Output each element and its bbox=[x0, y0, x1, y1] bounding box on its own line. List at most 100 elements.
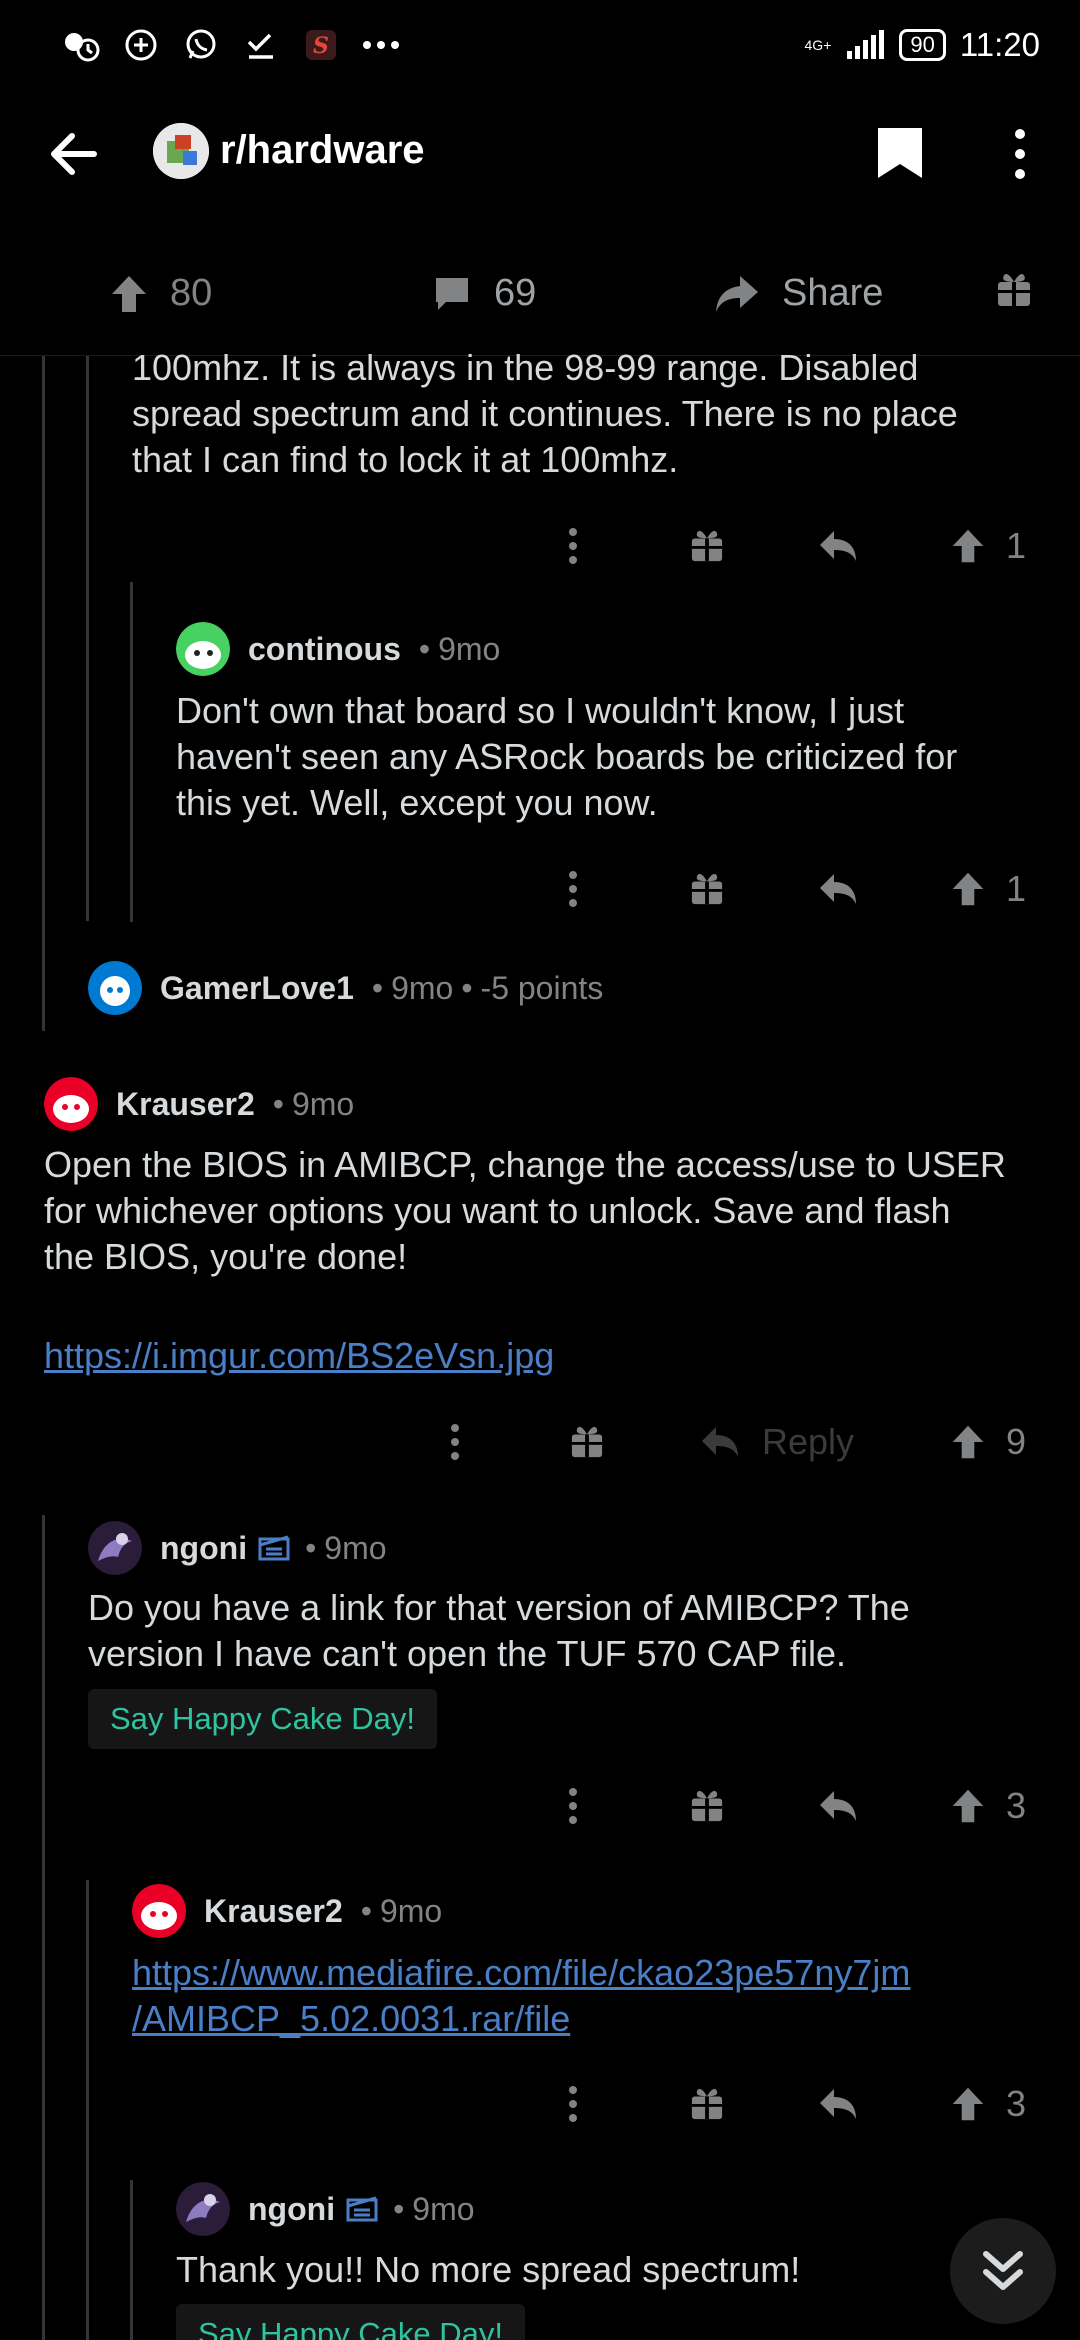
username[interactable]: ngoni bbox=[248, 2191, 335, 2228]
upvote-button[interactable]: 1 bbox=[950, 516, 1026, 576]
comment-more-button[interactable] bbox=[566, 516, 580, 576]
upvote-button[interactable]: 3 bbox=[950, 2074, 1026, 2134]
comment-meta: continous • 9mo bbox=[176, 622, 500, 676]
reply-button[interactable] bbox=[818, 859, 858, 919]
upvote-button[interactable]: 80 bbox=[110, 272, 212, 315]
comment-icon bbox=[436, 277, 468, 310]
subreddit-avatar[interactable] bbox=[153, 123, 209, 179]
more-options-button[interactable] bbox=[1000, 124, 1040, 184]
double-chevron-down-icon bbox=[983, 2251, 1023, 2290]
award-button[interactable] bbox=[570, 1412, 604, 1472]
reply-button[interactable] bbox=[818, 516, 858, 576]
comment-meta: Krauser2 • 9mo bbox=[132, 1884, 442, 1938]
username[interactable]: ngoni bbox=[160, 1530, 247, 1567]
avatar[interactable] bbox=[176, 622, 230, 676]
comment-body: Thank you!! No more spread spectrum! bbox=[176, 2249, 801, 2290]
reply-icon bbox=[702, 1427, 738, 1457]
comments-button[interactable]: 69 bbox=[432, 272, 536, 315]
more-vertical-icon bbox=[569, 2086, 577, 2122]
username[interactable]: continous bbox=[248, 631, 401, 668]
more-notifications-icon bbox=[362, 26, 400, 64]
status-right: 4G+ 90 11:20 bbox=[805, 26, 1040, 64]
avatar[interactable] bbox=[132, 1884, 186, 1938]
task-done-icon bbox=[242, 26, 280, 64]
reply-label: Reply bbox=[762, 1421, 855, 1462]
upvote-icon bbox=[952, 1789, 984, 1823]
gift-icon bbox=[998, 274, 1030, 306]
post-action-bar: 80 69 Share bbox=[0, 236, 1080, 356]
upvote-button[interactable]: 1 bbox=[950, 859, 1026, 919]
app-bar: r/hardware bbox=[0, 96, 1080, 208]
comment-link[interactable]: https://i.imgur.com/BS2eVsn.jpg bbox=[44, 1333, 554, 1379]
comment-body: Open the BIOS in AMIBCP, change the acce… bbox=[44, 1144, 1006, 1277]
username[interactable]: Krauser2 bbox=[116, 1086, 255, 1123]
reply-button[interactable]: Reply bbox=[700, 1412, 854, 1472]
next-comment-button[interactable] bbox=[950, 2218, 1056, 2324]
cake-day-button[interactable]: Say Happy Cake Day! bbox=[88, 1689, 437, 1749]
cake-day-button[interactable]: Say Happy Cake Day! bbox=[176, 2304, 525, 2340]
subreddit-title[interactable]: r/hardware bbox=[220, 128, 425, 173]
signal-icon bbox=[847, 30, 885, 59]
comment-points: -5 points bbox=[480, 969, 604, 1006]
gift-icon bbox=[691, 2088, 723, 2120]
award-button[interactable] bbox=[690, 1776, 724, 1836]
more-vertical-icon bbox=[569, 528, 577, 564]
award-button[interactable] bbox=[690, 516, 724, 576]
username[interactable]: GamerLove1 bbox=[160, 970, 354, 1007]
gift-icon bbox=[571, 1426, 603, 1458]
reply-button[interactable] bbox=[818, 2074, 858, 2134]
avatar[interactable] bbox=[44, 1077, 98, 1131]
flair-icon bbox=[346, 2196, 378, 2222]
more-vertical-icon bbox=[451, 1424, 459, 1460]
comment-more-button[interactable] bbox=[566, 2074, 580, 2134]
award-button[interactable] bbox=[690, 859, 724, 919]
score: 9 bbox=[1006, 1421, 1027, 1462]
award-button[interactable] bbox=[996, 272, 1032, 308]
comment-meta: Krauser2 • 9mo bbox=[44, 1077, 354, 1131]
upvote-icon bbox=[952, 529, 984, 563]
award-button[interactable] bbox=[690, 2074, 724, 2134]
comment-age: 9mo bbox=[438, 630, 501, 667]
upvote-button[interactable]: 9 bbox=[950, 1412, 1026, 1472]
gift-icon bbox=[691, 530, 723, 562]
comment-meta: ngoni • 9mo bbox=[88, 1521, 387, 1575]
comment-age: 9mo bbox=[391, 969, 454, 1006]
comment-age: 9mo bbox=[324, 1529, 387, 1566]
back-button[interactable] bbox=[44, 124, 104, 184]
gift-icon bbox=[691, 873, 723, 905]
comment-age: 9mo bbox=[412, 2190, 475, 2227]
share-button[interactable]: Share bbox=[714, 272, 883, 315]
collapsed-comment[interactable]: GamerLove1 • 9mo • -5 points bbox=[88, 961, 603, 1015]
comment-body: Don't own that board so I wouldn't know,… bbox=[176, 690, 958, 823]
upvote-count: 80 bbox=[170, 272, 213, 314]
comment-meta: ngoni • 9mo bbox=[176, 2182, 475, 2236]
avatar[interactable] bbox=[88, 961, 142, 1015]
comment-more-button[interactable] bbox=[448, 1412, 462, 1472]
thread-line bbox=[42, 1515, 45, 2340]
thread-line bbox=[86, 356, 89, 921]
comment-actions: 1 bbox=[0, 516, 1080, 576]
upvote-icon bbox=[952, 2087, 984, 2121]
comment-actions: 3 bbox=[0, 1776, 1080, 1836]
upvote-icon bbox=[952, 872, 984, 906]
arrow-back-icon bbox=[51, 133, 97, 175]
username[interactable]: Krauser2 bbox=[204, 1893, 343, 1930]
comment-link[interactable]: https://www.mediafire.com/file/ckao23pe5… bbox=[132, 1950, 910, 2042]
comment-more-button[interactable] bbox=[566, 859, 580, 919]
avatar[interactable] bbox=[176, 2182, 230, 2236]
avatar[interactable] bbox=[88, 1521, 142, 1575]
app-s-icon: S bbox=[302, 26, 340, 64]
more-vertical-icon bbox=[569, 1788, 577, 1824]
thread-line bbox=[42, 356, 45, 1031]
upvote-button[interactable]: 3 bbox=[950, 1776, 1026, 1836]
comment-more-button[interactable] bbox=[566, 1776, 580, 1836]
upvote-icon bbox=[112, 275, 146, 312]
reply-icon bbox=[820, 1791, 856, 1821]
comment-actions: 1 bbox=[0, 859, 1080, 919]
score: 1 bbox=[1006, 868, 1027, 909]
bookmark-icon bbox=[878, 128, 922, 178]
status-bar: S 4G+ 90 11:20 bbox=[0, 0, 1080, 96]
score: 3 bbox=[1006, 2083, 1027, 2124]
bookmark-button[interactable] bbox=[874, 124, 926, 182]
reply-button[interactable] bbox=[818, 1776, 858, 1836]
